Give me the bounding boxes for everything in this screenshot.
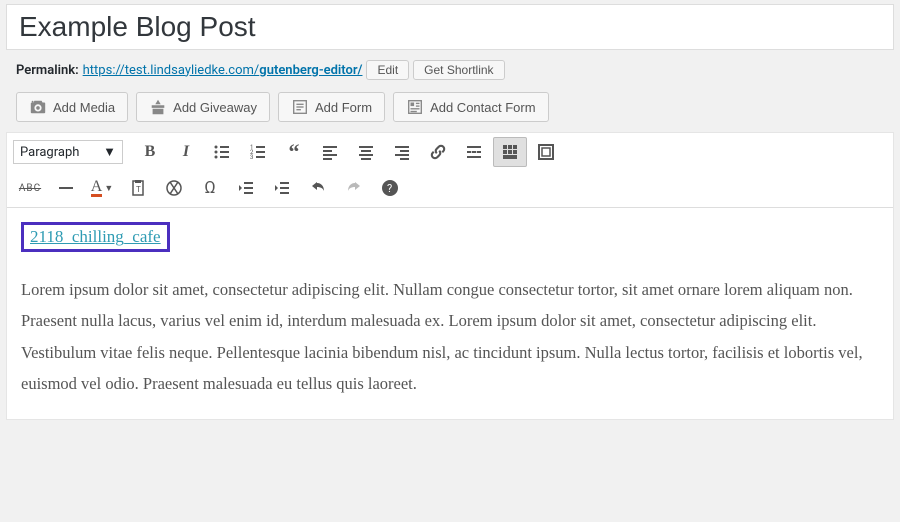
- add-form-label: Add Form: [315, 100, 372, 115]
- add-giveaway-button[interactable]: Add Giveaway: [136, 92, 270, 122]
- align-right-button[interactable]: [385, 137, 419, 167]
- strikethrough-button[interactable]: ABC: [13, 173, 47, 203]
- add-contact-form-button[interactable]: Add Contact Form: [393, 92, 549, 122]
- camera-icon: [29, 98, 47, 116]
- indent-button[interactable]: [265, 173, 299, 203]
- shortcode-highlight-box: 2118_chilling_cafe: [21, 222, 170, 252]
- editor-toolbar: Paragraph ▼ B I 123 “ ABC A▼ T Ω ?: [7, 133, 893, 208]
- insert-more-button[interactable]: [457, 137, 491, 167]
- gift-icon: [149, 98, 167, 116]
- blockquote-button[interactable]: “: [277, 137, 311, 167]
- format-dropdown[interactable]: Paragraph ▼: [13, 140, 123, 164]
- permalink-row: Permalink: https://test.lindsayliedke.co…: [16, 60, 894, 80]
- add-media-button[interactable]: Add Media: [16, 92, 128, 122]
- italic-button[interactable]: I: [169, 137, 203, 167]
- contact-form-icon: [406, 98, 424, 116]
- post-title-input[interactable]: [19, 11, 881, 43]
- permalink-slug: gutenberg-editor/: [259, 63, 362, 78]
- bold-button[interactable]: B: [133, 137, 167, 167]
- body-paragraph: Lorem ipsum dolor sit amet, consectetur …: [21, 274, 879, 399]
- clear-formatting-button[interactable]: [157, 173, 191, 203]
- editor-content-area[interactable]: 2118_chilling_cafe Lorem ipsum dolor sit…: [7, 208, 893, 419]
- undo-button[interactable]: [301, 173, 335, 203]
- editor-container: Paragraph ▼ B I 123 “ ABC A▼ T Ω ?: [6, 132, 894, 420]
- add-form-button[interactable]: Add Form: [278, 92, 385, 122]
- title-container: [6, 4, 894, 50]
- get-shortlink-button[interactable]: Get Shortlink: [413, 60, 504, 80]
- paste-text-button[interactable]: T: [121, 173, 155, 203]
- bullet-list-button[interactable]: [205, 137, 239, 167]
- permalink-label: Permalink:: [16, 63, 79, 78]
- format-dropdown-label: Paragraph: [20, 145, 79, 160]
- horizontal-rule-button[interactable]: [49, 173, 83, 203]
- shortcode-link[interactable]: 2118_chilling_cafe: [30, 227, 161, 246]
- distraction-free-button[interactable]: [529, 137, 563, 167]
- svg-text:T: T: [136, 185, 141, 194]
- add-media-label: Add Media: [53, 100, 115, 115]
- form-icon: [291, 98, 309, 116]
- permalink-link[interactable]: https://test.lindsayliedke.com/gutenberg…: [83, 63, 363, 78]
- svg-text:?: ?: [387, 182, 392, 195]
- align-left-button[interactable]: [313, 137, 347, 167]
- add-giveaway-label: Add Giveaway: [173, 100, 257, 115]
- permalink-base: https://test.lindsayliedke.com/: [83, 63, 260, 78]
- chevron-down-icon: ▼: [103, 144, 116, 160]
- special-character-button[interactable]: Ω: [193, 173, 227, 203]
- toolbar-toggle-button[interactable]: [493, 137, 527, 167]
- media-buttons-row: Add Media Add Giveaway Add Form Add Cont…: [16, 92, 894, 122]
- text-color-button[interactable]: A▼: [85, 173, 119, 203]
- add-contact-form-label: Add Contact Form: [430, 100, 536, 115]
- chevron-down-icon: ▼: [104, 183, 113, 194]
- edit-permalink-button[interactable]: Edit: [366, 60, 409, 80]
- svg-text:3: 3: [250, 154, 253, 161]
- link-button[interactable]: [421, 137, 455, 167]
- help-button[interactable]: ?: [373, 173, 407, 203]
- redo-button[interactable]: [337, 173, 371, 203]
- outdent-button[interactable]: [229, 173, 263, 203]
- numbered-list-button[interactable]: 123: [241, 137, 275, 167]
- align-center-button[interactable]: [349, 137, 383, 167]
